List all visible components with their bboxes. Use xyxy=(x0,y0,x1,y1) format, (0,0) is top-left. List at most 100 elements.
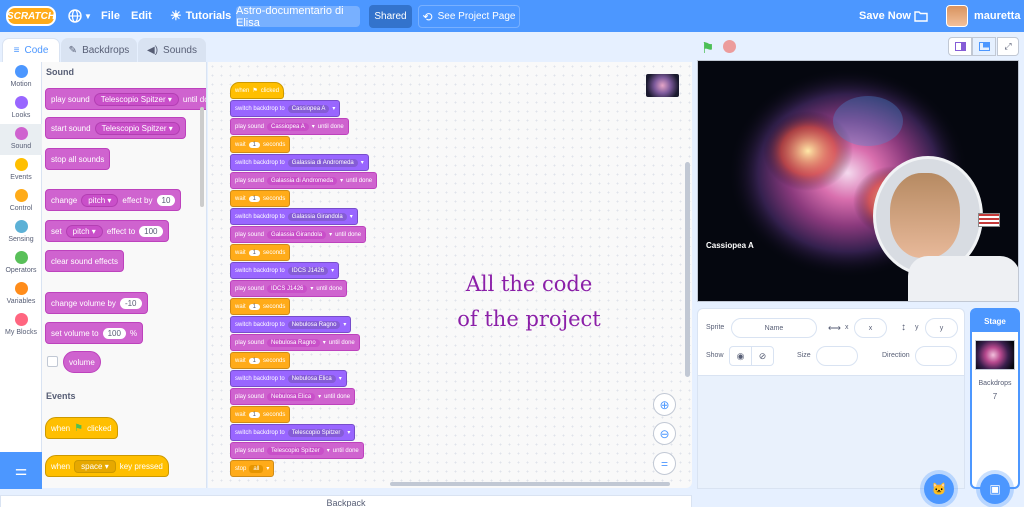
fullscreen-button[interactable]: ⤢ xyxy=(997,37,1019,56)
script-play-sound-until-done[interactable]: play sound Telescopio Spitzer ▾ until done xyxy=(230,442,364,459)
zoom-out-button[interactable]: ⊖ xyxy=(653,422,676,445)
my-stuff-button[interactable] xyxy=(914,0,928,32)
number-input[interactable]: 1 xyxy=(248,303,261,310)
sound-dropdown[interactable]: Nebulosa Elica xyxy=(267,392,316,401)
block-change-volume[interactable]: change volume by -10 xyxy=(45,292,148,314)
edit-menu[interactable]: Edit xyxy=(131,0,152,32)
number-input[interactable]: -10 xyxy=(119,297,142,309)
script-switch-backdrop[interactable]: switch backdrop to Cassiopea A ▾ xyxy=(230,100,341,117)
category-control[interactable]: Control xyxy=(0,186,42,217)
category-looks[interactable]: Looks xyxy=(0,93,42,124)
see-project-page-button[interactable]: ⟲ See Project Page xyxy=(418,5,520,28)
block-volume-reporter[interactable]: volume xyxy=(63,351,101,373)
block-change-effect[interactable]: change pitch ▾ effect by 10 xyxy=(45,189,182,211)
green-flag-button[interactable]: ⚑ xyxy=(701,39,714,57)
direction-field[interactable] xyxy=(915,346,957,366)
zoom-in-button[interactable]: ⊕ xyxy=(653,393,676,416)
category-operators[interactable]: Operators xyxy=(0,248,42,279)
astronaut-sprite[interactable] xyxy=(868,151,1018,301)
block-stop-all-sounds[interactable]: stop all sounds xyxy=(45,148,111,170)
script-play-sound-until-done[interactable]: play sound Galassia di Andromeda ▾ until do… xyxy=(230,172,378,189)
backdrop-dropdown[interactable]: Cassiopea A xyxy=(287,104,330,113)
number-input[interactable]: 1 xyxy=(248,141,261,148)
scratch-logo[interactable]: SCRATCH xyxy=(6,6,56,26)
number-input[interactable]: 1 xyxy=(248,249,261,256)
script-play-sound-until-done[interactable]: play sound Nebulosa Ragno ▾ until done xyxy=(230,334,360,351)
block-when-flag-clicked[interactable]: when ⚑ clicked xyxy=(45,417,118,439)
script-hat-when-flag-clicked[interactable]: when ⚑ clicked xyxy=(230,82,285,99)
size-field[interactable] xyxy=(816,346,858,366)
choose-sprite-button[interactable]: 🐱 xyxy=(924,474,954,504)
block-set-effect[interactable]: set pitch ▾ effect to 100 xyxy=(45,220,169,242)
script-wait-seconds[interactable]: wait 1 seconds xyxy=(230,136,291,153)
sound-dropdown[interactable]: Galassia Girandola xyxy=(267,230,327,239)
sprite-name-field[interactable]: Name xyxy=(731,318,817,338)
category-variables[interactable]: Variables xyxy=(0,279,42,310)
number-input[interactable]: 1 xyxy=(248,357,261,364)
number-input[interactable]: 10 xyxy=(156,194,176,206)
script-switch-backdrop[interactable]: switch backdrop to Nebulosa Ragno ▾ xyxy=(230,316,352,333)
sound-dropdown[interactable]: Cassiopea A xyxy=(267,122,309,131)
show-hidden-button[interactable]: ⊘ xyxy=(751,346,774,366)
script-switch-backdrop[interactable]: switch backdrop to Nebulosa Elica ▾ xyxy=(230,370,347,387)
backdrop-dropdown[interactable]: Galassia di Andromeda xyxy=(287,158,358,167)
script-switch-backdrop[interactable]: switch backdrop to Telescopio Spitzer ▾ xyxy=(230,424,356,441)
script-switch-backdrop[interactable]: switch backdrop to Galassia di Andromeda ▾ xyxy=(230,154,369,171)
script-play-sound-until-done[interactable]: play sound Galassia Girandola ▾ until done xyxy=(230,226,367,243)
tab-sounds[interactable]: ◀) Sounds xyxy=(138,38,206,62)
script-play-sound-until-done[interactable]: play sound IDCS J1426 ▾ until done xyxy=(230,280,348,297)
script-play-sound-until-done[interactable]: play sound Cassiopea A ▾ until done xyxy=(230,118,349,135)
sound-dropdown[interactable]: IDCS J1426 xyxy=(267,284,308,293)
category-sound[interactable]: Sound xyxy=(0,124,42,155)
script-switch-backdrop[interactable]: switch backdrop to Galassia Girandola ▾ xyxy=(230,208,358,225)
y-field[interactable]: y xyxy=(925,318,958,338)
block-clear-sound-effects[interactable]: clear sound effects xyxy=(45,250,125,272)
block-set-volume[interactable]: set volume to 100 % xyxy=(45,322,144,344)
sound-dropdown[interactable]: Telescopio Spitzer ▾ xyxy=(94,121,180,135)
category-motion[interactable]: Motion xyxy=(0,62,42,93)
script-stop-all[interactable]: stop all ▾ xyxy=(230,460,275,477)
script-wait-seconds[interactable]: wait 1 seconds xyxy=(230,352,291,369)
key-dropdown[interactable]: space ▾ xyxy=(74,459,116,473)
category-my-blocks[interactable]: My Blocks xyxy=(0,310,42,341)
add-extension-button[interactable]: ⚌ xyxy=(0,452,42,489)
backdrop-dropdown[interactable]: IDCS J1426 xyxy=(287,266,329,275)
number-input[interactable]: 1 xyxy=(248,411,261,418)
script-wait-seconds[interactable]: wait 1 seconds xyxy=(230,244,291,261)
stop-dropdown[interactable]: all xyxy=(249,464,264,473)
language-menu[interactable]: ▼ xyxy=(68,0,92,32)
effect-dropdown[interactable]: pitch ▾ xyxy=(65,224,103,238)
vertical-scrollbar[interactable] xyxy=(685,162,690,377)
stage-canvas[interactable]: Cassiopea A xyxy=(697,60,1019,302)
script-wait-seconds[interactable]: wait 1 seconds xyxy=(230,406,291,423)
block-start-sound[interactable]: start sound Telescopio Spitzer ▾ xyxy=(45,117,186,139)
save-now-button[interactable]: Save Now xyxy=(859,0,911,32)
large-stage-button[interactable] xyxy=(972,37,996,56)
sound-dropdown[interactable]: Telescopio Spitzer xyxy=(267,446,324,455)
category-sensing[interactable]: Sensing xyxy=(0,217,42,248)
script-wait-seconds[interactable]: wait 1 seconds xyxy=(230,298,291,315)
tab-code[interactable]: ≡ Code xyxy=(2,38,60,62)
sprite-list[interactable] xyxy=(697,376,965,489)
backdrop-dropdown[interactable]: Galassia Girandola xyxy=(287,212,347,221)
small-stage-button[interactable] xyxy=(948,37,972,56)
number-input[interactable]: 1 xyxy=(248,195,261,202)
category-events[interactable]: Events xyxy=(0,155,42,186)
horizontal-scrollbar[interactable] xyxy=(390,482,670,486)
x-field[interactable]: x xyxy=(854,318,887,338)
palette-scrollbar[interactable] xyxy=(200,107,204,207)
account-menu[interactable]: mauretta ▼ xyxy=(946,0,1024,32)
stage-selector[interactable]: Stage Backdrops 7 xyxy=(970,308,1020,489)
shared-button[interactable]: Shared xyxy=(369,5,412,28)
script-switch-backdrop[interactable]: switch backdrop to IDCS J1426 ▾ xyxy=(230,262,340,279)
block-when-key-pressed[interactable]: when space ▾ key pressed xyxy=(45,455,169,477)
sound-dropdown[interactable]: Galassia di Andromeda xyxy=(267,176,338,185)
sound-dropdown[interactable]: Nebulosa Ragno xyxy=(267,338,320,347)
script-wait-seconds[interactable]: wait 1 seconds xyxy=(230,190,291,207)
backdrop-dropdown[interactable]: Nebulosa Elica xyxy=(287,374,336,383)
effect-dropdown[interactable]: pitch ▾ xyxy=(81,193,119,207)
tab-backdrops[interactable]: ✎ Backdrops xyxy=(61,38,137,62)
stop-button[interactable] xyxy=(723,40,736,53)
volume-checkbox[interactable] xyxy=(47,356,58,367)
sound-dropdown[interactable]: Telescopio Spitzer ▾ xyxy=(93,92,179,106)
